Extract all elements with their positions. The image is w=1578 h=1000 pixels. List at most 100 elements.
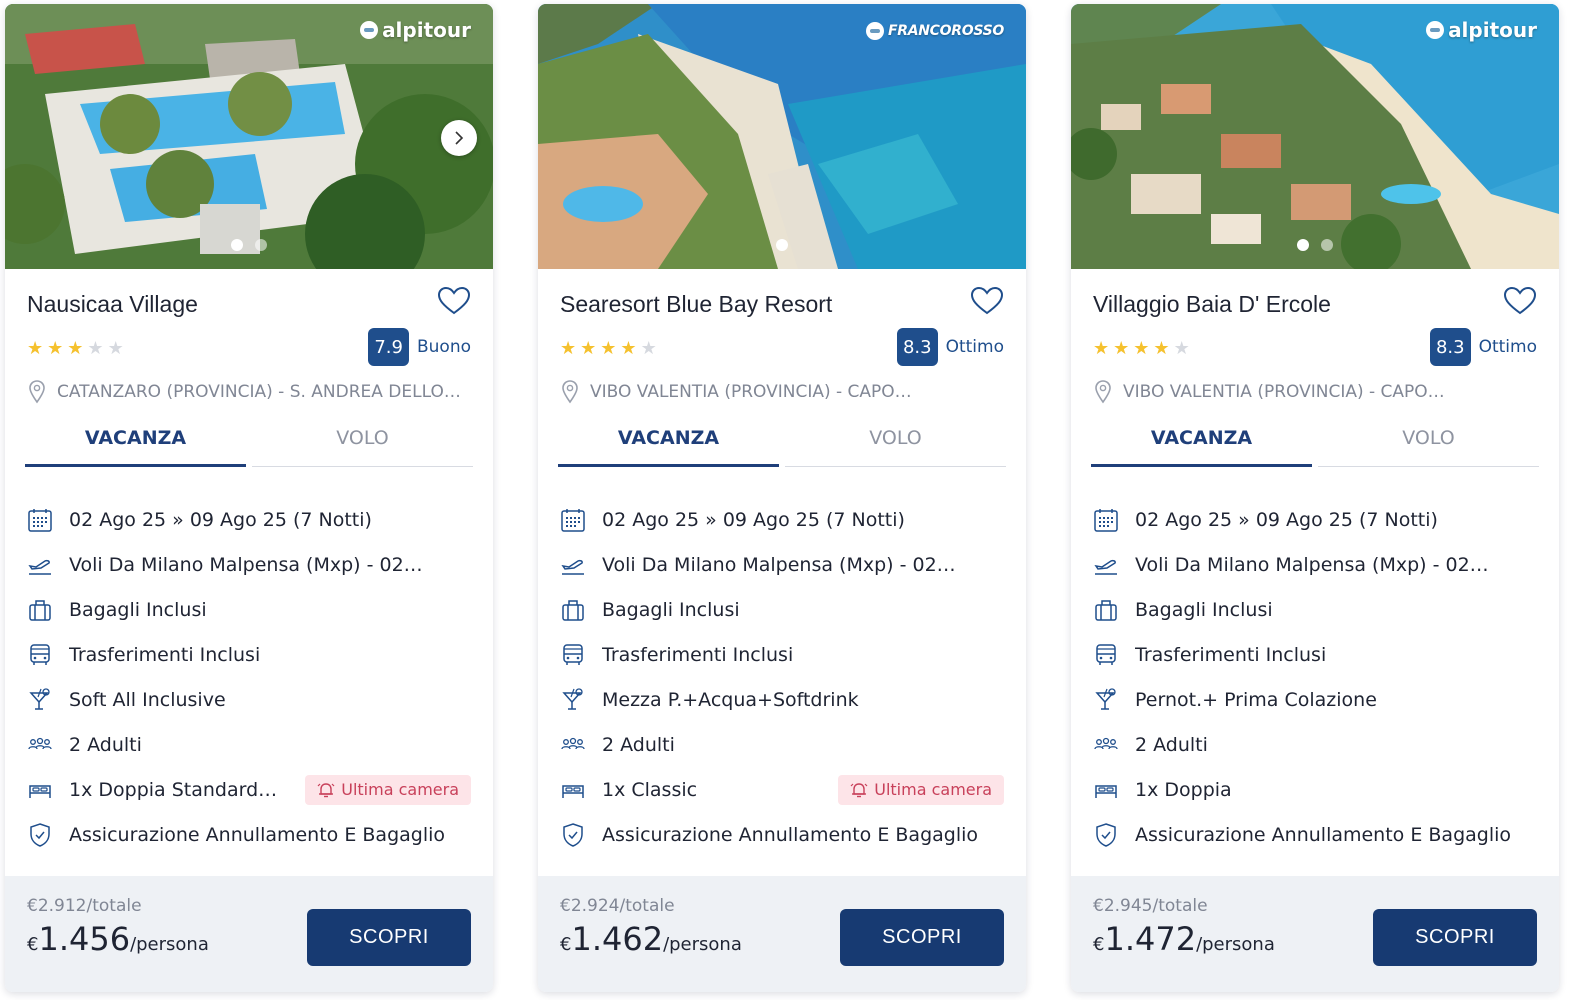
pagination-dot[interactable] — [1297, 239, 1309, 251]
tab-volo[interactable]: VOLO — [1318, 423, 1539, 467]
brand-name: alpitour — [1448, 18, 1537, 42]
scopri-button[interactable]: SCOPRI — [1373, 909, 1537, 966]
hotel-name[interactable]: Nausicaa Village — [27, 289, 198, 319]
feature-text: 2 Adulti — [602, 733, 675, 756]
tab-vacanza[interactable]: VACANZA — [25, 423, 246, 467]
feature-text: 1x Doppia — [1135, 778, 1232, 801]
last-room-badge: Ultima camera — [838, 774, 1004, 805]
feature-text: 02 Ago 25 » 09 Ago 25 (7 Notti) — [602, 508, 905, 531]
location-text: VIBO VALENTIA (PROVINCIA) - CAPO… — [590, 382, 912, 402]
plane-icon — [27, 552, 53, 578]
score-label: Buono — [416, 337, 471, 357]
card-tabs: VACANZA VOLO — [558, 423, 1006, 467]
feature-item: Assicurazione Annullamento E Bagaglio — [1093, 812, 1537, 857]
card-tabs: VACANZA VOLO — [25, 423, 473, 467]
brand-logo: alpitour — [1426, 18, 1537, 42]
feature-item: Trasferimenti Inclusi — [1093, 632, 1537, 677]
price-footer: €2.924/totale €1.462/persona SCOPRI — [538, 876, 1026, 992]
heart-icon[interactable] — [1503, 286, 1537, 316]
star-empty-icon: ★ — [1173, 338, 1190, 359]
cocktail-icon — [560, 687, 586, 713]
price-footer: €2.945/totale €1.472/persona SCOPRI — [1071, 876, 1559, 992]
brand-name: FRANCOROSSO — [887, 23, 1004, 39]
feature-item: Trasferimenti Inclusi — [560, 632, 1004, 677]
people-icon — [27, 732, 53, 758]
bus-icon — [27, 642, 53, 668]
feature-item: Assicurazione Annullamento E Bagaglio — [560, 812, 1004, 857]
feature-text: Trasferimenti Inclusi — [602, 643, 794, 666]
review-score: 8.3 Ottimo — [896, 328, 1004, 366]
hotel-photo[interactable]: FRANCOROSSO — [538, 4, 1026, 269]
star-filled-icon: ★ — [1113, 338, 1130, 359]
pagination-dot[interactable] — [231, 239, 243, 251]
hotel-photo[interactable]: alpitour — [1071, 4, 1559, 269]
pagination-dot[interactable] — [1321, 239, 1333, 251]
price-footer: €2.912/totale €1.456/persona SCOPRI — [5, 876, 493, 992]
hotel-name[interactable]: Searesort Blue Bay Resort — [560, 289, 832, 319]
score-badge: 8.3 — [1429, 328, 1471, 366]
cocktail-icon — [27, 687, 53, 713]
feature-text: Mezza P.+Acqua+Softdrink — [602, 688, 859, 711]
offer-card[interactable]: FRANCOROSSO Searesort Blue Bay Resort ★ ★… — [538, 4, 1026, 992]
feature-text: 1x Doppia Standard… — [69, 778, 278, 801]
scopri-button[interactable]: SCOPRI — [840, 909, 1004, 966]
feature-text: Assicurazione Annullamento E Bagaglio — [602, 823, 979, 846]
offer-card[interactable]: alpitour Villaggio Baia D' Ercole ★ ★ ★ ★ ★ … — [1071, 4, 1559, 992]
feature-item: Voli Da Milano Malpensa (Mxp) - 02… — [560, 542, 1004, 587]
alarm-bell-icon — [317, 782, 335, 797]
luggage-icon — [27, 597, 53, 623]
bus-icon — [1093, 642, 1119, 668]
location-pin-icon — [562, 380, 578, 404]
pagination-dot[interactable] — [776, 239, 788, 251]
heart-icon[interactable] — [437, 286, 471, 316]
heart-icon[interactable] — [970, 286, 1004, 316]
feature-text: Voli Da Milano Malpensa (Mxp) - 02… — [1135, 553, 1489, 576]
tab-volo[interactable]: VOLO — [252, 423, 473, 467]
plane-icon — [560, 552, 586, 578]
calendar-icon — [27, 507, 53, 533]
location-text: CATANZARO (PROVINCIA) - S. ANDREA DELLO… — [57, 382, 461, 402]
last-room-badge: Ultima camera — [305, 774, 471, 805]
hotel-photo[interactable]: alpitour — [5, 4, 493, 269]
feature-item: 1x Doppia — [1093, 767, 1537, 812]
feature-item: Bagagli Inclusi — [560, 587, 1004, 632]
bed-icon — [1093, 777, 1119, 803]
star-rating: ★ ★ ★ ★ ★ — [27, 340, 124, 358]
location-pin-icon — [1095, 380, 1111, 404]
feature-text: Soft All Inclusive — [69, 688, 226, 711]
hotel-name[interactable]: Villaggio Baia D' Ercole — [1093, 289, 1331, 319]
feature-item: 2 Adulti — [560, 722, 1004, 767]
feature-text: 1x Classic — [602, 778, 698, 801]
shield-icon — [560, 822, 586, 848]
pagination-dot[interactable] — [255, 239, 267, 251]
feature-item: Pernot.+ Prima Colazione — [1093, 677, 1537, 722]
star-filled-icon: ★ — [27, 338, 44, 359]
score-label: Ottimo — [1478, 337, 1537, 357]
next-photo-button[interactable] — [441, 120, 477, 156]
last-room-badge-text: Ultima camera — [341, 780, 459, 799]
feature-text: Assicurazione Annullamento E Bagaglio — [1135, 823, 1512, 846]
people-icon — [1093, 732, 1119, 758]
star-filled-icon: ★ — [1093, 338, 1110, 359]
resort-coast-image — [538, 4, 1026, 269]
tab-volo[interactable]: VOLO — [785, 423, 1006, 467]
location-pin-icon — [29, 380, 45, 404]
francorosso-logo-icon — [865, 22, 884, 40]
tab-vacanza[interactable]: VACANZA — [558, 423, 779, 467]
feature-text: Pernot.+ Prima Colazione — [1135, 688, 1377, 711]
feature-text: Trasferimenti Inclusi — [69, 643, 261, 666]
star-filled-icon: ★ — [67, 338, 84, 359]
feature-list: 02 Ago 25 » 09 Ago 25 (7 Notti) Voli Da M… — [1093, 497, 1537, 857]
feature-item: Assicurazione Annullamento E Bagaglio — [27, 812, 471, 857]
cocktail-icon — [1093, 687, 1119, 713]
last-room-badge-text: Ultima camera — [874, 780, 992, 799]
feature-text: 02 Ago 25 » 09 Ago 25 (7 Notti) — [69, 508, 372, 531]
feature-item: Trasferimenti Inclusi — [27, 632, 471, 677]
score-badge: 8.3 — [896, 328, 938, 366]
feature-text: Voli Da Milano Malpensa (Mxp) - 02… — [69, 553, 423, 576]
tab-vacanza[interactable]: VACANZA — [1091, 423, 1312, 467]
offer-card[interactable]: alpitour Nausicaa Village ★ ★ ★ ★ ★ 7.9 Buon… — [5, 4, 493, 992]
bed-icon — [27, 777, 53, 803]
feature-list: 02 Ago 25 » 09 Ago 25 (7 Notti) Voli Da M… — [560, 497, 1004, 857]
scopri-button[interactable]: SCOPRI — [307, 909, 471, 966]
